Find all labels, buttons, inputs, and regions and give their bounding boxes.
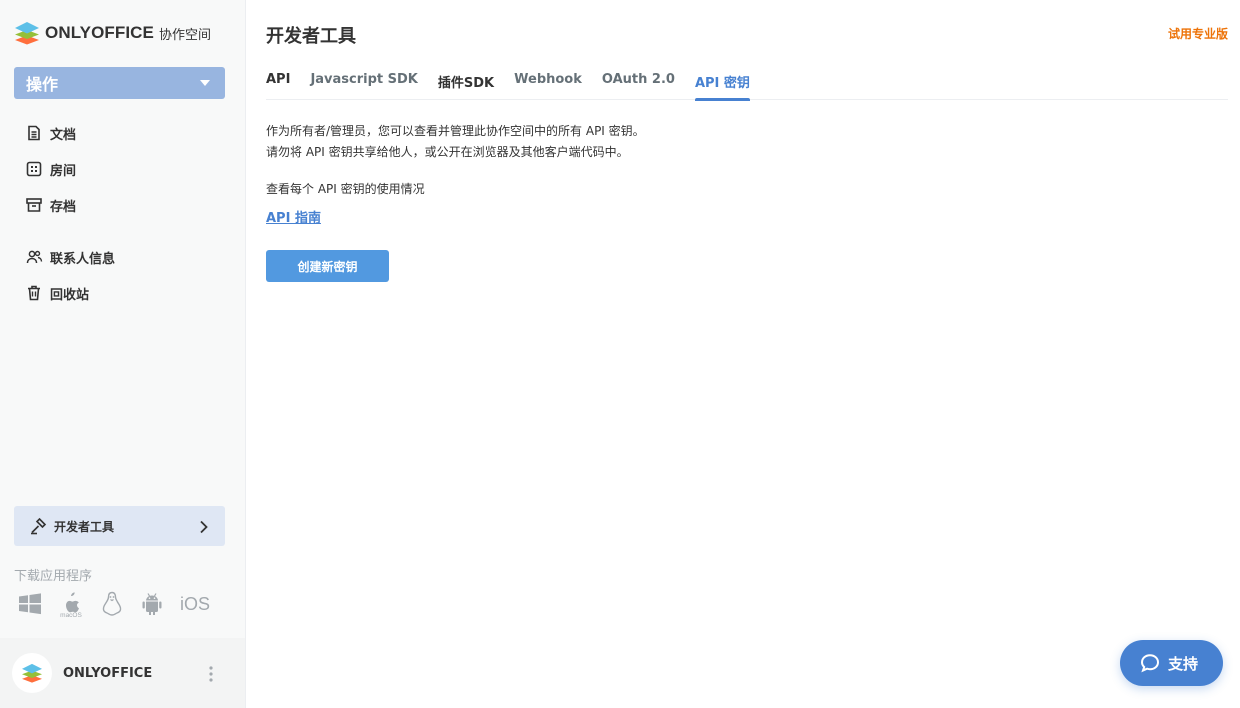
support-label: 支持 [1168, 654, 1199, 673]
sidebar-item-trash[interactable]: 回收站 [14, 275, 234, 311]
sidebar-item-archive[interactable]: 存档 [14, 187, 234, 223]
download-apps-list: macOS iOS [18, 590, 226, 618]
linux-icon[interactable] [100, 591, 124, 617]
sidebar: ONLYOFFICE 协作空间 操作 文档 房间 存档 联系人信息 回收站 开发… [0, 0, 246, 708]
profile-bar: ONLYOFFICE [0, 638, 245, 708]
developer-tools-icon [28, 516, 48, 536]
sidebar-item-developer-tools[interactable]: 开发者工具 [14, 506, 225, 546]
sidebar-item-label: 文档 [50, 127, 77, 143]
sidebar-item-rooms[interactable]: 房间 [14, 151, 234, 187]
tab-plugin-sdk[interactable]: 插件SDK [438, 72, 494, 100]
android-icon[interactable] [140, 592, 164, 616]
tab-oauth[interactable]: OAuth 2.0 [602, 72, 675, 100]
actions-button[interactable]: 操作 [14, 67, 225, 99]
sidebar-item-label: 存档 [50, 199, 77, 215]
tab-bar: API Javascript SDK 插件SDK Webhook OAuth 2… [266, 72, 1228, 101]
main-content: 开发者工具 试用专业版 API Javascript SDK 插件SDK Web… [266, 0, 1228, 708]
archive-icon [24, 195, 44, 215]
sidebar-item-documents[interactable]: 文档 [14, 115, 234, 151]
caret-down-icon [200, 80, 210, 86]
brand-product: 协作空间 [159, 27, 212, 43]
chat-bubble-icon [1140, 653, 1160, 673]
page-title: 开发者工具 [266, 26, 356, 47]
svg-text:macOS: macOS [60, 612, 82, 618]
usage-text: 查看每个 API 密钥的使用情况 [266, 182, 425, 196]
developer-tools-label: 开发者工具 [54, 519, 115, 534]
tab-api-keys[interactable]: API 密钥 [694, 72, 750, 101]
download-apps-title: 下载应用程序 [14, 569, 93, 584]
sidebar-item-label: 联系人信息 [50, 251, 116, 267]
api-guide-link[interactable]: API 指南 [266, 207, 321, 226]
actions-label: 操作 [26, 75, 59, 94]
macos-icon[interactable]: macOS [58, 590, 84, 618]
support-button[interactable]: 支持 [1120, 640, 1223, 686]
upgrade-link[interactable]: 试用专业版 [1168, 25, 1228, 42]
api-keys-description: 作为所有者/管理员，您可以查看并管理此协作空间中的所有 API 密钥。 请勿将 … [266, 121, 645, 163]
chevron-right-icon [199, 519, 209, 538]
sidebar-item-contacts[interactable]: 联系人信息 [14, 239, 234, 275]
app-root: ONLYOFFICE 协作空间 操作 文档 房间 存档 联系人信息 回收站 开发… [0, 0, 1240, 708]
sidebar-item-label: 房间 [50, 163, 77, 179]
trash-icon [24, 283, 44, 303]
create-new-key-button[interactable]: 创建新密钥 [266, 250, 389, 282]
tab-javascript-sdk[interactable]: Javascript SDK [310, 72, 417, 100]
description-line: 作为所有者/管理员，您可以查看并管理此协作空间中的所有 API 密钥。 [266, 124, 645, 138]
windows-icon[interactable] [18, 593, 42, 615]
secondary-nav: 联系人信息 回收站 [14, 239, 234, 311]
onlyoffice-logo-icon [14, 21, 40, 45]
description-line: 请勿将 API 密钥共享给他人，或公开在浏览器及其他客户端代码中。 [266, 145, 629, 159]
tab-webhook[interactable]: Webhook [514, 72, 582, 100]
profile-name: ONLYOFFICE [63, 665, 153, 681]
tab-api[interactable]: API [266, 72, 290, 100]
contacts-icon [24, 247, 44, 267]
ios-app-link[interactable]: iOS [180, 594, 210, 615]
document-icon [24, 123, 44, 143]
avatar[interactable] [12, 653, 52, 693]
brand-name: ONLYOFFICE [45, 23, 154, 42]
sidebar-item-label: 回收站 [50, 287, 90, 303]
logo[interactable]: ONLYOFFICE 协作空间 [14, 20, 211, 46]
rooms-icon [24, 159, 44, 179]
more-options-icon[interactable] [209, 666, 213, 686]
main-nav: 文档 房间 存档 [14, 115, 234, 223]
